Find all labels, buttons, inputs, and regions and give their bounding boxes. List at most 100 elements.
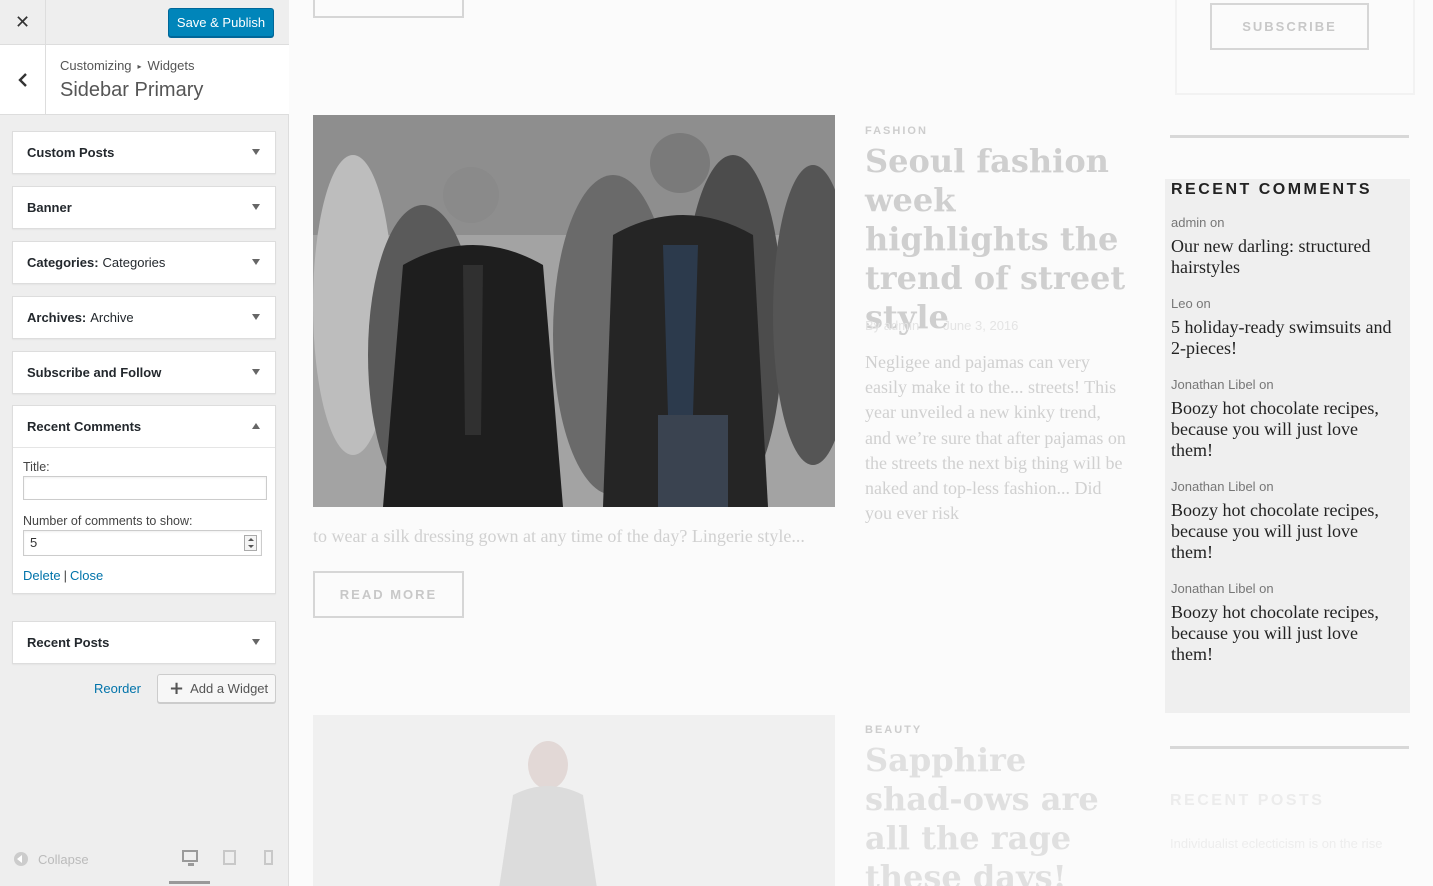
customizer-header: ✕ Save & Publish (0, 0, 289, 45)
caret-down-icon[interactable] (252, 639, 260, 645)
post-meta: By admin June 3, 2016 (865, 318, 1018, 333)
widget-title: Subscribe and Follow (27, 365, 162, 380)
delete-link[interactable]: Delete (23, 568, 61, 583)
widget-categories[interactable]: Categories: Categories (12, 241, 276, 284)
beauty-photo-illustration (313, 715, 835, 886)
widget-actions: Delete | Close (23, 568, 265, 583)
widget-divider (1170, 746, 1409, 749)
comment-item: Leo on 5 holiday-ready swimsuits and 2-p… (1171, 296, 1404, 359)
mobile-preview-icon[interactable] (264, 850, 273, 865)
customizer-footer: Collapse (0, 841, 289, 886)
widget-title: Categories: (27, 255, 99, 270)
breadcrumb-item: Widgets (147, 58, 195, 73)
back-button[interactable] (0, 45, 46, 114)
caret-up-icon[interactable] (252, 423, 260, 429)
post-title[interactable]: Sapphire shad-ows are all the rage these… (865, 741, 1135, 886)
comment-author[interactable]: Jonathan Libel on (1171, 377, 1404, 392)
caret-down-icon[interactable] (252, 204, 260, 210)
post-author[interactable]: By admin (865, 318, 919, 333)
widget-recent-posts[interactable]: Recent Posts (12, 621, 276, 664)
widget-subtitle: Categories (102, 255, 166, 270)
widget-title: Recent Posts (27, 635, 110, 650)
widget-banner[interactable]: Banner (12, 186, 276, 229)
comment-post-link[interactable]: 5 holiday-ready swimsuits and 2-pieces! (1171, 317, 1404, 359)
title-input[interactable] (23, 476, 267, 500)
comment-post-link[interactable]: Boozy hot chocolate recipes, because you… (1171, 398, 1404, 461)
breadcrumb-item: Customizing (60, 58, 132, 73)
customizer-sidebar: ✕ Save & Publish Customizing ▸ Widgets Sid… (0, 0, 289, 886)
widget-header[interactable]: Recent Comments (13, 406, 275, 447)
section-header: Customizing ▸ Widgets Sidebar Primary (0, 45, 289, 115)
reorder-link[interactable]: Reorder (94, 681, 141, 696)
comment-author[interactable]: admin on (1171, 215, 1404, 230)
post-category[interactable]: BEAUTY (865, 724, 922, 736)
widget-header[interactable]: Subscribe and Follow (13, 352, 275, 393)
post-image-beauty[interactable] (313, 715, 835, 886)
comment-count-value: 5 (30, 535, 38, 550)
read-more-button[interactable]: READ MORE (313, 571, 464, 618)
post-category[interactable]: FASHION (865, 125, 928, 137)
comment-post-link[interactable]: Our new darling: structured hairstyles (1171, 236, 1404, 278)
widget-title: Recent Comments (27, 419, 142, 434)
subscribe-button[interactable]: SUBSCRIBE (1210, 3, 1369, 50)
close-customizer-button[interactable]: ✕ (0, 0, 46, 44)
actions-separator: | (63, 568, 67, 583)
widget-form: Title: Number of comments to show: 5 Del… (13, 447, 275, 593)
widget-subtitle: Archive (90, 310, 134, 325)
widget-header[interactable]: Recent Posts (13, 622, 275, 663)
add-widget-button[interactable]: + Add a Widget (157, 674, 276, 703)
comment-item: admin on Our new darling: structured hai… (1171, 215, 1404, 278)
widget-divider (1170, 135, 1409, 138)
comment-post-link[interactable]: Boozy hot chocolate recipes, because you… (1171, 500, 1404, 563)
post-excerpt: Negligee and pajamas can very easily mak… (865, 352, 1126, 524)
street-crowd-illustration (313, 115, 835, 507)
read-more-button[interactable]: READ MORE (313, 0, 464, 18)
widget-heading: RECENT COMMENTS (1171, 181, 1373, 198)
widget-header[interactable]: Banner (13, 187, 275, 228)
comment-count-input[interactable]: 5 (23, 530, 262, 556)
comment-item: Jonathan Libel on Boozy hot chocolate re… (1171, 479, 1404, 563)
add-widget-label: Add a Widget (190, 681, 269, 696)
tablet-preview-icon[interactable] (223, 850, 236, 865)
widget-custom-posts[interactable]: Custom Posts (12, 131, 276, 174)
widget-title: Banner (27, 200, 72, 215)
collapse-icon[interactable] (14, 852, 28, 866)
widget-recent-comments[interactable]: Recent Comments Title: Number of comment… (12, 405, 276, 594)
section-title: Sidebar Primary (60, 79, 204, 101)
save-publish-button[interactable]: Save & Publish (168, 8, 274, 37)
comment-author[interactable]: Leo on (1171, 296, 1404, 311)
count-label: Number of comments to show: (23, 514, 193, 528)
spinner-arrows-icon[interactable] (244, 535, 257, 551)
post-title[interactable]: Seoul fashion week highlights the trend … (865, 142, 1135, 337)
recent-comments-widget: RECENT COMMENTS admin on Our new darling… (1165, 179, 1410, 713)
comment-author[interactable]: Jonathan Libel on (1171, 479, 1404, 494)
breadcrumb-separator-icon: ▸ (137, 62, 142, 71)
title-label: Title: (23, 460, 50, 474)
collapse-button[interactable]: Collapse (38, 852, 89, 867)
comment-author[interactable]: Jonathan Libel on (1171, 581, 1404, 596)
caret-down-icon[interactable] (252, 149, 260, 155)
chevron-left-icon (17, 72, 27, 87)
post-image-street-fashion[interactable] (313, 115, 835, 507)
widget-header[interactable]: Custom Posts (13, 132, 275, 173)
recent-post-link[interactable]: Individualist eclecticism is on the rise (1170, 836, 1382, 851)
widget-header[interactable]: Archives: Archive (13, 297, 275, 338)
breadcrumb: Customizing ▸ Widgets (60, 58, 195, 73)
widget-title: Custom Posts (27, 145, 115, 160)
widget-title: Archives: (27, 310, 87, 325)
recent-posts-heading: RECENT POSTS (1170, 792, 1325, 809)
comment-post-link[interactable]: Boozy hot chocolate recipes, because you… (1171, 602, 1404, 665)
widget-archives[interactable]: Archives: Archive (12, 296, 276, 339)
desktop-preview-icon[interactable] (182, 850, 198, 866)
active-device-indicator (169, 881, 210, 884)
widget-header[interactable]: Categories: Categories (13, 242, 275, 283)
comment-item: Jonathan Libel on Boozy hot chocolate re… (1171, 581, 1404, 665)
close-icon: ✕ (14, 11, 31, 33)
caret-down-icon[interactable] (252, 314, 260, 320)
caret-down-icon[interactable] (252, 369, 260, 375)
post-date[interactable]: June 3, 2016 (943, 318, 1018, 333)
caret-down-icon[interactable] (252, 259, 260, 265)
plus-icon: + (169, 677, 185, 699)
close-link[interactable]: Close (70, 568, 103, 583)
widget-subscribe-follow[interactable]: Subscribe and Follow (12, 351, 276, 394)
